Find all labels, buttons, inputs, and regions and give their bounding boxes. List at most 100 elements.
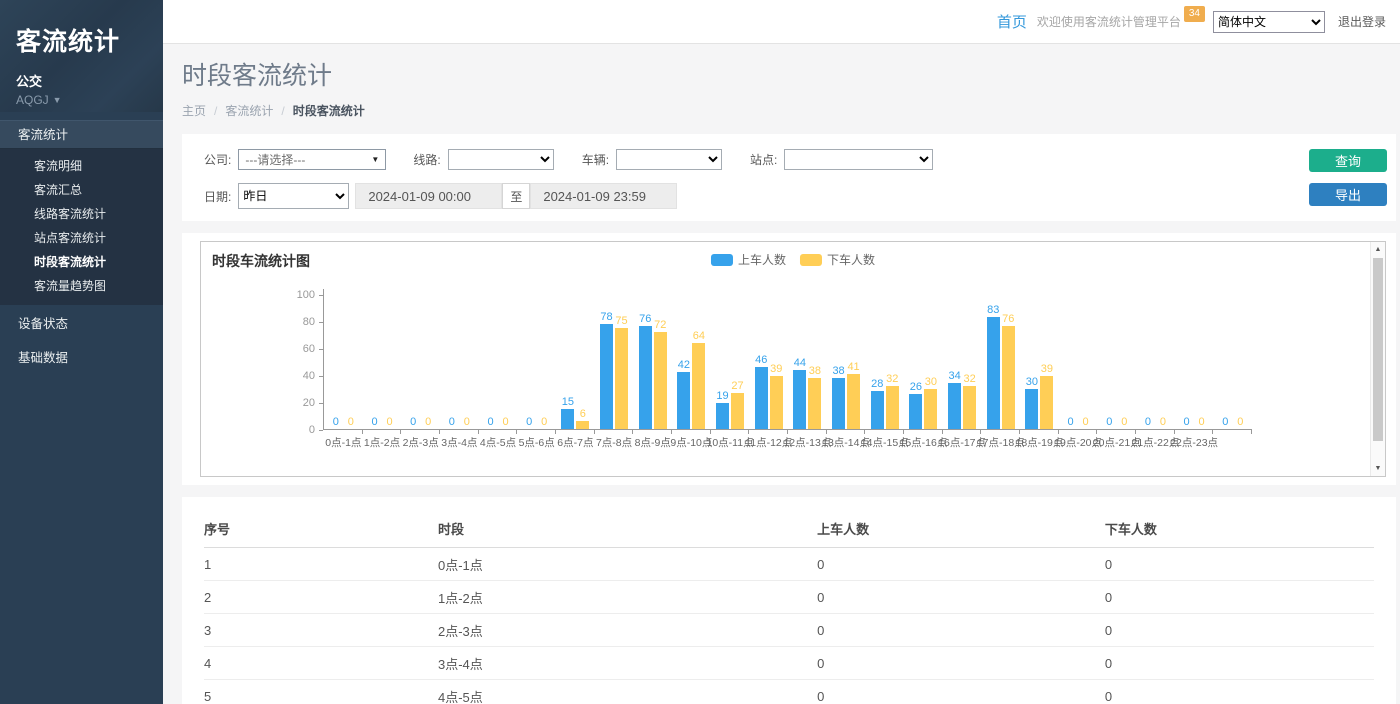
y-axis-label: 0 <box>285 424 315 436</box>
breadcrumb-link[interactable]: 主页 <box>182 102 206 119</box>
bar-value-label: 38 <box>832 365 844 378</box>
export-button[interactable]: 导出 <box>1309 183 1387 206</box>
bar-value-label: 26 <box>910 381 922 394</box>
bar-wrap: 72 <box>654 295 667 429</box>
col-header-index: 序号 <box>204 509 438 548</box>
bar-wrap: 44 <box>793 295 806 429</box>
x-axis-label: 0点-1点 <box>325 435 361 450</box>
legend-swatch <box>711 254 733 266</box>
query-button[interactable]: 查询 <box>1309 149 1387 172</box>
bar-value-label: 0 <box>464 416 470 429</box>
bar-value-label: 39 <box>1041 363 1053 376</box>
bar-series-1 <box>692 343 705 429</box>
org-name: 公交 <box>16 71 147 90</box>
scroll-down-icon[interactable]: ▼ <box>1371 461 1385 476</box>
notification-badge[interactable]: 34 <box>1184 6 1205 22</box>
bar-wrap: 42 <box>677 295 690 429</box>
sidebar-subitem[interactable]: 客流量趋势图 <box>0 274 163 298</box>
vehicle-label: 车辆: <box>582 151 609 168</box>
bar-series-1 <box>808 378 821 429</box>
table-cell: 0 <box>1105 581 1374 614</box>
table-header-row: 序号 时段 上车人数 下车人数 <box>204 509 1374 548</box>
chart-category-group: 1566点-7点 <box>556 295 595 429</box>
bar-value-label: 0 <box>1199 416 1205 429</box>
sidebar-subitem[interactable]: 时段客流统计 <box>0 250 163 274</box>
bar-wrap: 38 <box>832 295 845 429</box>
date-preset-select[interactable]: 昨日 <box>238 183 349 209</box>
table-cell: 0 <box>817 581 1105 614</box>
x-axis-tick <box>439 430 440 434</box>
data-table-panel: 序号 时段 上车人数 下车人数 10点-1点0021点-2点0032点-3点00… <box>182 497 1396 704</box>
bar-wrap: 19 <box>716 295 729 429</box>
sidebar-section-item[interactable]: 基础数据 <box>0 344 163 373</box>
sidebar-subitem[interactable]: 站点客流统计 <box>0 226 163 250</box>
chart-category-group: 005点-6点 <box>517 295 556 429</box>
sidebar-section-passenger-stats[interactable]: 客流统计 <box>0 120 163 149</box>
bar-value-label: 19 <box>716 390 728 403</box>
x-axis-tick <box>826 430 827 434</box>
scroll-up-icon[interactable]: ▲ <box>1371 242 1385 257</box>
x-axis-label: 3点-4点 <box>441 435 477 450</box>
bar-value-label: 0 <box>348 416 354 429</box>
station-select[interactable] <box>784 149 933 170</box>
date-from-input[interactable] <box>355 183 502 209</box>
bar-series-1 <box>615 328 628 429</box>
sidebar-subitem[interactable]: 线路客流统计 <box>0 202 163 226</box>
x-axis-tick <box>903 430 904 434</box>
bar-value-label: 42 <box>678 359 690 372</box>
chart-scrollbar[interactable]: ▲ ▼ <box>1370 242 1385 476</box>
bar-wrap: 38 <box>808 295 821 429</box>
data-table: 序号 时段 上车人数 下车人数 10点-1点0021点-2点0032点-3点00… <box>204 509 1374 704</box>
bar-wrap: 0 <box>1064 295 1077 429</box>
chart-category-group: 343216点-17点 <box>943 295 982 429</box>
x-axis-tick <box>632 430 633 434</box>
home-link[interactable]: 首页 <box>997 11 1027 32</box>
bar-wrap: 32 <box>886 295 899 429</box>
sidebar-subitem[interactable]: 客流汇总 <box>0 178 163 202</box>
vehicle-select[interactable] <box>616 149 722 170</box>
line-select[interactable] <box>448 149 554 170</box>
bar-value-label: 0 <box>425 416 431 429</box>
table-cell: 5 <box>204 680 438 704</box>
bar-value-label: 0 <box>526 416 532 429</box>
language-select[interactable]: 简体中文 <box>1213 11 1325 33</box>
col-header-period: 时段 <box>438 509 817 548</box>
chart-category-group: 00 <box>1213 295 1252 429</box>
bar-value-label: 34 <box>948 370 960 383</box>
bar-wrap: 0 <box>1079 295 1092 429</box>
legend-item[interactable]: 上车人数 <box>711 251 786 268</box>
bar-wrap: 39 <box>770 295 783 429</box>
chart-legend: 上车人数 下车人数 <box>711 251 875 268</box>
bar-series-1 <box>654 332 667 429</box>
bar-wrap: 28 <box>871 295 884 429</box>
y-axis-tick <box>319 349 323 350</box>
y-axis-tick <box>319 376 323 377</box>
date-to-separator: 至 <box>502 183 530 209</box>
main-area: 首页 欢迎使用客流统计管理平台 34 简体中文 退出登录 时段客流统计 主页/客… <box>163 0 1400 704</box>
bar-wrap: 75 <box>615 295 628 429</box>
bar-wrap: 83 <box>987 295 1000 429</box>
table-row: 21点-2点00 <box>204 581 1374 614</box>
filter-buttons: 查询 导出 <box>1309 149 1387 206</box>
chart-category-group: 000点-1点 <box>324 295 363 429</box>
logout-link[interactable]: 退出登录 <box>1338 13 1386 30</box>
legend-label: 下车人数 <box>827 251 875 268</box>
date-to-input[interactable] <box>530 183 677 209</box>
company-select[interactable]: ---请选择--- ▼ <box>238 149 386 170</box>
sidebar-subitem[interactable]: 客流明细 <box>0 154 163 178</box>
sidebar-section-item[interactable]: 设备状态 <box>0 310 163 339</box>
bar-series-1 <box>731 393 744 429</box>
org-selector[interactable]: AQGJ ▼ <box>16 93 147 107</box>
bar-wrap: 34 <box>948 295 961 429</box>
chart-category-group: 263015点-16点 <box>904 295 943 429</box>
bar-series-0 <box>909 394 922 429</box>
bar-series-0 <box>987 317 1000 429</box>
chart-category-group: 0020点-21点 <box>1097 295 1136 429</box>
x-axis-tick <box>516 430 517 434</box>
bar-value-label: 76 <box>1002 313 1014 326</box>
breadcrumb-link[interactable]: 客流统计 <box>225 102 273 119</box>
legend-item[interactable]: 下车人数 <box>800 251 875 268</box>
scrollbar-thumb[interactable] <box>1373 258 1383 441</box>
bar-value-label: 76 <box>639 313 651 326</box>
x-axis-label: 2点-3点 <box>403 435 439 450</box>
